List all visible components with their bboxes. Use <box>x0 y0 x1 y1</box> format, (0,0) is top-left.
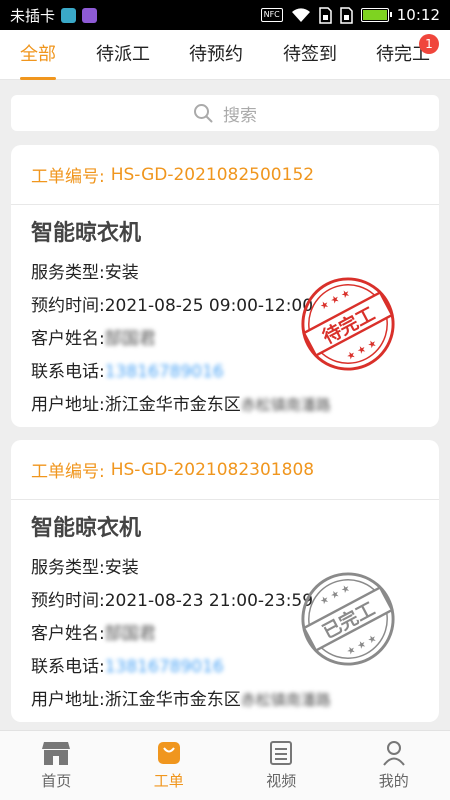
service-type-value: 安装 <box>104 558 139 578</box>
phone-link[interactable]: 13816789016 <box>105 356 224 389</box>
tab-pending-checkin[interactable]: 待签到 <box>283 30 337 80</box>
completed-stamp: 已完工 ★ ★ ★ ★ ★ ★ <box>301 572 395 666</box>
customer-label: 客户姓名: <box>31 624 105 644</box>
nav-work-orders[interactable]: 工单 <box>113 731 226 800</box>
address-label: 用户地址: <box>31 690 105 710</box>
address-value: 浙江金华市金东区 <box>104 395 241 415</box>
tab-pending-completion[interactable]: 待完工 1 <box>376 30 439 80</box>
customer-name: 郜国君 <box>104 329 156 349</box>
order-status-tabs: 全部 待派工 待预约 待签到 待完工 1 <box>0 30 450 80</box>
appointment-value: 2021-08-23 21:00-23:59 <box>104 591 314 611</box>
tab-pending-appointment[interactable]: 待预约 <box>189 30 243 80</box>
order-number-label: 工单编号: <box>31 167 105 187</box>
order-number-label: 工单编号: <box>31 462 105 482</box>
appointment-value: 2021-08-25 09:00-12:00 <box>104 296 314 316</box>
phone-label: 联系电话: <box>31 657 105 677</box>
phone-link[interactable]: 13816789016 <box>105 651 224 684</box>
video-icon <box>270 741 293 765</box>
nfc-icon: NFC <box>260 8 283 22</box>
nav-profile[interactable]: 我的 <box>338 731 450 800</box>
gallery-notification-icon <box>82 7 98 23</box>
tab-all[interactable]: 全部 <box>20 30 56 80</box>
app-notification-icon <box>61 7 77 23</box>
customer-name: 郜国君 <box>104 624 156 644</box>
search-bar[interactable]: 搜索 <box>11 95 439 131</box>
nav-video[interactable]: 视频 <box>225 731 338 800</box>
service-type-label: 服务类型: <box>31 558 105 578</box>
user-icon <box>382 741 405 766</box>
address-label: 用户地址: <box>31 395 105 415</box>
search-placeholder: 搜索 <box>223 105 257 126</box>
customer-label: 客户姓名: <box>31 329 105 349</box>
order-number: HS-GD-2021082500152 <box>110 164 315 185</box>
search-icon <box>194 104 213 123</box>
order-number: HS-GD-2021082301808 <box>110 459 315 480</box>
carrier-text: 未插卡 <box>10 6 56 25</box>
address-value: 浙江金华市金东区 <box>104 690 241 710</box>
appointment-label: 预约时间: <box>31 296 105 316</box>
pending-completion-stamp: 待完工 ★ ★ ★ ★ ★ ★ <box>301 277 395 371</box>
bag-icon <box>157 742 180 764</box>
address-detail: 赤松镇南潘路 <box>240 396 331 414</box>
tab-pending-dispatch[interactable]: 待派工 <box>96 30 150 80</box>
nav-home[interactable]: 首页 <box>0 731 113 800</box>
phone-label: 联系电话: <box>31 362 105 382</box>
product-name: 智能晾衣机 <box>31 221 142 246</box>
product-name: 智能晾衣机 <box>31 516 142 541</box>
order-card[interactable]: 工单编号: HS-GD-2021082301808 智能晾衣机 服务类型: 安装 … <box>11 440 439 722</box>
wifi-icon <box>291 8 310 22</box>
clock-text: 10:12 <box>396 6 440 24</box>
bottom-navigation: 首页 工单 视频 我的 <box>0 730 450 800</box>
shop-icon <box>42 742 71 765</box>
status-bar: 未插卡 NFC 10:12 <box>0 0 450 30</box>
service-type-label: 服务类型: <box>31 263 105 283</box>
pending-count-badge: 1 <box>419 33 439 54</box>
battery-icon <box>360 8 392 22</box>
sim-card-2-icon <box>340 6 353 24</box>
sim-card-icon <box>319 6 332 24</box>
address-detail: 赤松镇南潘路 <box>240 691 331 709</box>
appointment-label: 预约时间: <box>31 591 105 611</box>
service-type-value: 安装 <box>104 263 139 283</box>
order-card[interactable]: 工单编号: HS-GD-2021082500152 智能晾衣机 服务类型: 安装 … <box>11 145 439 427</box>
